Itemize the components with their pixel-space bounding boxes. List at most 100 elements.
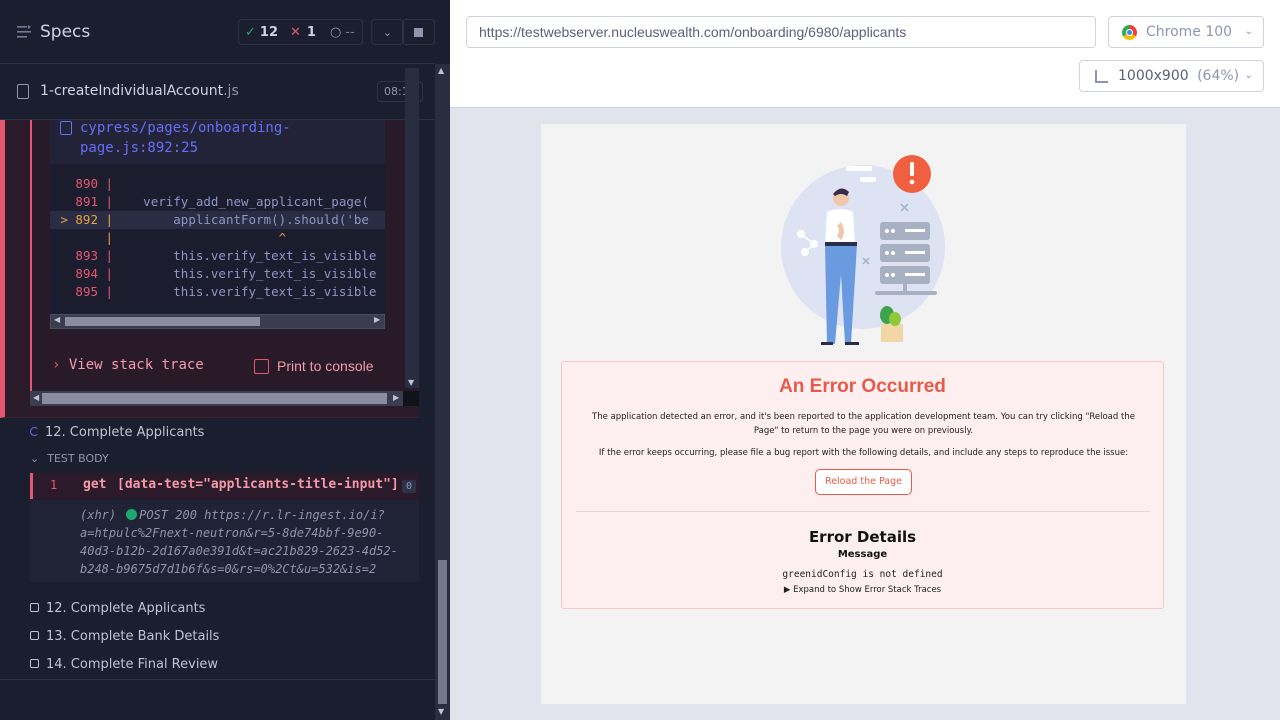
running-test-label: 12. Complete Applicants bbox=[45, 425, 205, 440]
error-illustration bbox=[781, 155, 945, 345]
viewport-selector[interactable]: 1000x900 (64%) ⌄ bbox=[1079, 60, 1264, 92]
scrollbar-thumb[interactable] bbox=[42, 393, 387, 404]
scroll-corner bbox=[403, 391, 419, 406]
chevron-right-icon: › bbox=[52, 357, 61, 373]
scroll-left-icon[interactable]: ◀ bbox=[54, 315, 60, 324]
error-left-border bbox=[30, 120, 32, 406]
expand-stack-traces-toggle[interactable]: ▶ Expand to Show Error Stack Traces bbox=[562, 585, 1163, 595]
command-name: get bbox=[83, 477, 107, 492]
test-item[interactable]: 14. Complete Final Review bbox=[30, 657, 218, 672]
file-icon bbox=[17, 84, 29, 99]
code-frame-file-link[interactable]: cypress/pages/onboarding-page.js:892:25 bbox=[50, 120, 385, 164]
code-frame-path[interactable]: cypress/pages/onboarding-page.js:892:25 bbox=[80, 118, 380, 158]
scroll-left-icon[interactable]: ◀ bbox=[33, 393, 39, 402]
scrollbar-thumb[interactable] bbox=[438, 560, 447, 704]
code-line: 895 | this.verify_text_is_visible bbox=[75, 284, 377, 299]
status-dot-icon bbox=[126, 509, 138, 520]
pending-test-icon bbox=[30, 631, 39, 640]
browser-label: Chrome 100 bbox=[1146, 24, 1233, 40]
specs-menu-icon[interactable] bbox=[17, 25, 31, 39]
command-selector: [data-test="applicants-title-input"] bbox=[117, 477, 399, 492]
scroll-right-icon[interactable]: ▶ bbox=[393, 393, 399, 402]
reload-page-button[interactable]: Reload the Page bbox=[815, 469, 912, 495]
file-icon bbox=[60, 121, 72, 135]
code-frame: 890 | 891 | verify_add_new_applicant_pag… bbox=[50, 165, 385, 314]
pending-test-icon bbox=[30, 659, 39, 668]
divider bbox=[0, 679, 435, 680]
test-item-label: 12. Complete Applicants bbox=[46, 601, 206, 616]
error-description: The application detected an error, and i… bbox=[592, 412, 1135, 436]
code-line-highlighted: > 892 | applicantForm().should('be bbox=[50, 211, 385, 229]
specs-title[interactable]: Specs bbox=[40, 22, 90, 42]
message-value: greenidConfig is not defined bbox=[782, 569, 943, 580]
chevron-down-icon: ⌄ bbox=[30, 452, 40, 465]
stop-icon bbox=[414, 27, 423, 37]
scroll-up-icon[interactable]: ▲ bbox=[438, 66, 444, 75]
print-to-console-button[interactable]: Print to console bbox=[254, 358, 374, 374]
test-item-label: 14. Complete Final Review bbox=[46, 657, 219, 672]
console-icon bbox=[254, 359, 269, 374]
pending-test-icon bbox=[30, 603, 39, 612]
test-item[interactable]: 13. Complete Bank Details bbox=[30, 629, 219, 644]
spec-file-basename: 1-createIndividualAccount bbox=[40, 83, 224, 99]
error-details-title: Error Details bbox=[808, 528, 917, 546]
error-panel-vscroll[interactable]: ▼ bbox=[405, 68, 419, 388]
test-body-header[interactable]: ⌄ TEST BODY bbox=[30, 452, 109, 465]
scroll-right-icon[interactable]: ▶ bbox=[374, 315, 380, 324]
error-panel-scrollbar[interactable]: ◀ ▶ bbox=[30, 391, 403, 406]
command-count-badge: 0 bbox=[402, 480, 417, 493]
running-test-title[interactable]: 12. Complete Applicants bbox=[30, 425, 204, 440]
spec-file-name[interactable]: 1-createIndividualAccount.js bbox=[40, 83, 239, 99]
pending-icon: ○ bbox=[329, 24, 342, 40]
code-frame-scrollbar[interactable]: ◀ ▶ bbox=[50, 314, 385, 329]
app-frame: An Error Occurred The application detect… bbox=[541, 124, 1186, 704]
scroll-down-icon[interactable]: ▼ bbox=[408, 378, 414, 387]
scrollbar-thumb[interactable] bbox=[65, 317, 260, 326]
collapse-button[interactable]: ⌄ bbox=[371, 19, 404, 45]
chevron-down-icon: ⌄ bbox=[1244, 26, 1253, 37]
failed-count: 1 bbox=[306, 24, 316, 40]
viewport-size: 1000x900 bbox=[1118, 68, 1189, 84]
running-spinner-icon bbox=[30, 427, 39, 436]
code-line: 891 | verify_add_new_applicant_page( bbox=[75, 194, 369, 209]
code-line: 890 | bbox=[75, 176, 114, 191]
pending-count: -- bbox=[345, 24, 355, 40]
test-item-label: 13. Complete Bank Details bbox=[46, 629, 220, 644]
code-line: 893 | this.verify_text_is_visible bbox=[75, 248, 377, 263]
spec-file-ext: .js bbox=[223, 83, 239, 99]
aut-header: https://testwebserver.nucleuswealth.com/… bbox=[450, 0, 1280, 108]
test-stats: ✓ 12 ✕ 1 ○ -- bbox=[238, 19, 363, 45]
browser-selector[interactable]: Chrome 100 ⌄ bbox=[1108, 16, 1264, 48]
command-row-failed[interactable]: 1 get [data-test="applicants-title-input… bbox=[30, 473, 419, 499]
message-label: Message bbox=[837, 549, 888, 560]
passed-count: 12 bbox=[259, 24, 278, 40]
spec-file-row[interactable]: 1-createIndividualAccount.js 08:15 bbox=[0, 64, 435, 120]
test-item[interactable]: 12. Complete Applicants bbox=[30, 601, 205, 616]
reporter-panel: Specs ✓ 12 ✕ 1 ○ -- ⌄ 1-createIndividual… bbox=[0, 0, 450, 720]
stop-button[interactable] bbox=[402, 19, 435, 45]
code-line: 894 | this.verify_text_is_visible bbox=[75, 266, 377, 281]
reporter-scrollbar[interactable]: ▲ ▼ bbox=[435, 64, 450, 720]
chrome-icon bbox=[1122, 25, 1137, 40]
error-instructions: If the error keeps occurring, please fil… bbox=[598, 448, 1129, 458]
reporter-header: Specs ✓ 12 ✕ 1 ○ -- ⌄ bbox=[0, 0, 435, 64]
scroll-down-icon[interactable]: ▼ bbox=[438, 707, 444, 716]
xhr-prefix: (xhr) bbox=[80, 508, 117, 522]
code-line-caret: | ^ bbox=[98, 230, 287, 245]
test-body-label: TEST BODY bbox=[47, 452, 109, 465]
print-to-console-label: Print to console bbox=[277, 358, 374, 374]
command-number: 1 bbox=[50, 478, 58, 492]
viewport-zoom: (64%) bbox=[1197, 68, 1240, 84]
cross-icon: ✕ bbox=[290, 24, 301, 40]
xhr-log: (xhr) POST 200 https://r.lr-ingest.io/i?a… bbox=[80, 506, 410, 578]
chevron-down-icon: ⌄ bbox=[382, 25, 393, 39]
aut-panel: https://testwebserver.nucleuswealth.com/… bbox=[450, 0, 1280, 720]
view-stack-trace-toggle[interactable]: › View stack trace bbox=[52, 357, 204, 373]
view-stack-trace-label: View stack trace bbox=[68, 357, 204, 373]
error-title: An Error Occurred bbox=[779, 376, 946, 397]
url-bar[interactable]: https://testwebserver.nucleuswealth.com/… bbox=[466, 16, 1096, 48]
ruler-icon bbox=[1095, 70, 1108, 83]
chevron-down-icon: ⌄ bbox=[1244, 70, 1253, 81]
xhr-command-row[interactable]: (xhr) POST 200 https://r.lr-ingest.io/i?a… bbox=[30, 500, 419, 582]
error-card: An Error Occurred The application detect… bbox=[561, 361, 1164, 609]
